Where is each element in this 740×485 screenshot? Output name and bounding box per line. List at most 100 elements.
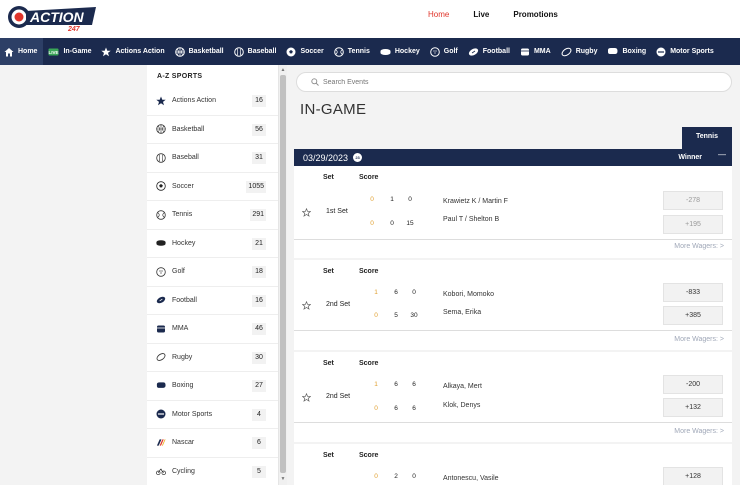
baseball-icon <box>156 153 166 163</box>
sport-nav: Home LIVE In-Game Actions Action Basketb… <box>0 38 740 65</box>
basketball-icon <box>156 124 166 134</box>
az-item-label: Motor Sports <box>172 410 213 418</box>
event-date: 03/29/2023 <box>303 152 349 163</box>
az-item-boxing[interactable]: Boxing 27 <box>147 372 278 401</box>
odds-button[interactable]: +385 <box>663 306 723 325</box>
score-column-header: Score <box>359 268 379 275</box>
rugby-icon <box>561 47 572 56</box>
odds-button[interactable]: -200 <box>663 375 723 394</box>
set-column-header: Set <box>323 268 334 275</box>
az-item-mma[interactable]: MMA 46 <box>147 315 278 344</box>
odds-button[interactable]: +132 <box>663 398 723 417</box>
page-title: IN-GAME <box>300 101 367 118</box>
set-score: 0 <box>370 196 374 203</box>
az-item-count: 56 <box>252 123 266 136</box>
nav-item-golf[interactable]: Golf <box>425 38 463 65</box>
az-item-rugby[interactable]: Rugby 30 <box>147 344 278 372</box>
set-score: 1 <box>374 381 378 388</box>
az-item-baseball[interactable]: Baseball 31 <box>147 144 278 173</box>
tab-tennis[interactable]: Tennis <box>682 127 732 149</box>
az-scrollbar-thumb[interactable] <box>280 75 286 473</box>
live-tv-icon: LIVE <box>49 48 59 55</box>
search-box[interactable] <box>296 72 732 92</box>
nav-item-boxing[interactable]: Boxing <box>602 38 651 65</box>
nav-item-hockey[interactable]: Hockey <box>375 38 425 65</box>
az-scrollbar[interactable]: ▲ ▼ <box>279 65 287 485</box>
match-card: Set Score 2nd Set 1 6 6 Alkaya, Mert 0 6… <box>294 352 732 442</box>
mma-icon <box>156 324 166 334</box>
score-column-header: Score <box>359 452 379 459</box>
match-card: Set Score 1st Set 0 1 0 Krawietz K / Mar… <box>294 166 732 258</box>
az-item-actions-action[interactable]: Actions Action 16 <box>147 87 278 116</box>
game-score: 6 <box>394 405 398 412</box>
nav-item-in-game[interactable]: LIVE In-Game <box>43 38 96 65</box>
az-item-nascar[interactable]: Nascar 6 <box>147 429 278 458</box>
az-item-motor-sports[interactable]: Motor Sports 4 <box>147 401 278 429</box>
top-bar: ACTION 247 Home Live Promotions <box>0 0 740 38</box>
search-input[interactable] <box>323 78 623 86</box>
az-item-soccer[interactable]: Soccer 1055 <box>147 173 278 201</box>
az-item-hockey[interactable]: Hockey 21 <box>147 230 278 258</box>
favorite-star-icon[interactable] <box>302 393 311 402</box>
nav-item-label: Hockey <box>394 48 420 55</box>
az-item-tennis[interactable]: Tennis 291 <box>147 201 278 230</box>
odds-button[interactable]: -833 <box>663 283 723 302</box>
team-name: Sema, Erika <box>443 309 482 316</box>
favorite-star-icon[interactable] <box>302 208 311 217</box>
az-item-cycling[interactable]: Cycling 5 <box>147 458 278 485</box>
top-link-promotions[interactable]: Promotions <box>513 10 557 19</box>
az-item-count: 30 <box>252 351 266 364</box>
point-score: 0 <box>412 289 416 296</box>
golf-icon <box>429 46 440 57</box>
golf-icon <box>156 267 166 277</box>
az-item-count: 16 <box>252 95 266 107</box>
more-wagers-link[interactable]: More Wagers: > <box>674 336 724 343</box>
odds-button[interactable]: +195 <box>663 215 723 234</box>
az-item-basketball[interactable]: Basketball 56 <box>147 116 278 144</box>
collapse-button[interactable]: — <box>718 150 726 159</box>
az-item-football[interactable]: Football 16 <box>147 287 278 315</box>
az-sports-heading: A-Z SPORTS <box>157 73 203 80</box>
action247-logo[interactable]: ACTION 247 <box>6 3 96 33</box>
svg-text:247: 247 <box>67 26 81 33</box>
date-header: 03/29/2023 23 Winner — <box>294 149 732 166</box>
nav-item-label: Actions Action <box>115 48 165 55</box>
nav-item-baseball[interactable]: Baseball <box>229 38 282 65</box>
svg-text:LIVE: LIVE <box>49 50 59 55</box>
odds-button[interactable]: -278 <box>663 191 723 210</box>
more-wagers-link[interactable]: More Wagers: > <box>674 428 724 435</box>
top-link-home[interactable]: Home <box>428 10 449 19</box>
top-link-live[interactable]: Live <box>473 10 489 19</box>
az-item-count: 27 <box>252 380 266 392</box>
nav-item-basketball[interactable]: Basketball <box>170 38 229 65</box>
nav-item-motor-sports[interactable]: Motor Sports <box>651 38 719 65</box>
left-gutter <box>0 65 147 485</box>
az-item-count: 291 <box>250 209 266 221</box>
nav-item-football[interactable]: Football <box>463 38 515 65</box>
az-item-count: 5 <box>252 465 266 478</box>
divider <box>294 239 732 240</box>
favorite-star-icon[interactable] <box>302 301 311 310</box>
az-item-count: 16 <box>252 294 266 307</box>
match-card: Set Score 0 2 0 Antonescu, Vasile +128 <box>294 444 732 485</box>
nav-item-label: Home <box>18 48 38 55</box>
set-score: 0 <box>370 220 374 227</box>
nav-item-rugby[interactable]: Rugby <box>556 38 603 65</box>
az-item-label: MMA <box>172 325 189 333</box>
odds-button[interactable]: +128 <box>663 467 723 485</box>
scroll-down-arrow-icon[interactable]: ▼ <box>280 476 286 482</box>
nav-item-actions-action[interactable]: Actions Action <box>96 38 169 65</box>
nav-item-label: Golf <box>443 48 458 55</box>
nav-item-tennis[interactable]: Tennis <box>329 38 375 65</box>
match-card: Set Score 2nd Set 1 6 0 Kobori, Momoko 0… <box>294 260 732 350</box>
nav-item-home[interactable]: Home <box>0 38 44 65</box>
team-name: Kobori, Momoko <box>443 291 494 298</box>
set-score: 0 <box>374 473 378 480</box>
az-item-golf[interactable]: Golf 18 <box>147 258 278 287</box>
az-item-label: Rugby <box>172 353 193 361</box>
az-item-count: 31 <box>252 152 266 164</box>
scroll-up-arrow-icon[interactable]: ▲ <box>280 67 286 73</box>
nav-item-mma[interactable]: MMA <box>515 38 556 65</box>
more-wagers-link[interactable]: More Wagers: > <box>674 243 724 250</box>
nav-item-soccer[interactable]: Soccer <box>281 38 328 65</box>
